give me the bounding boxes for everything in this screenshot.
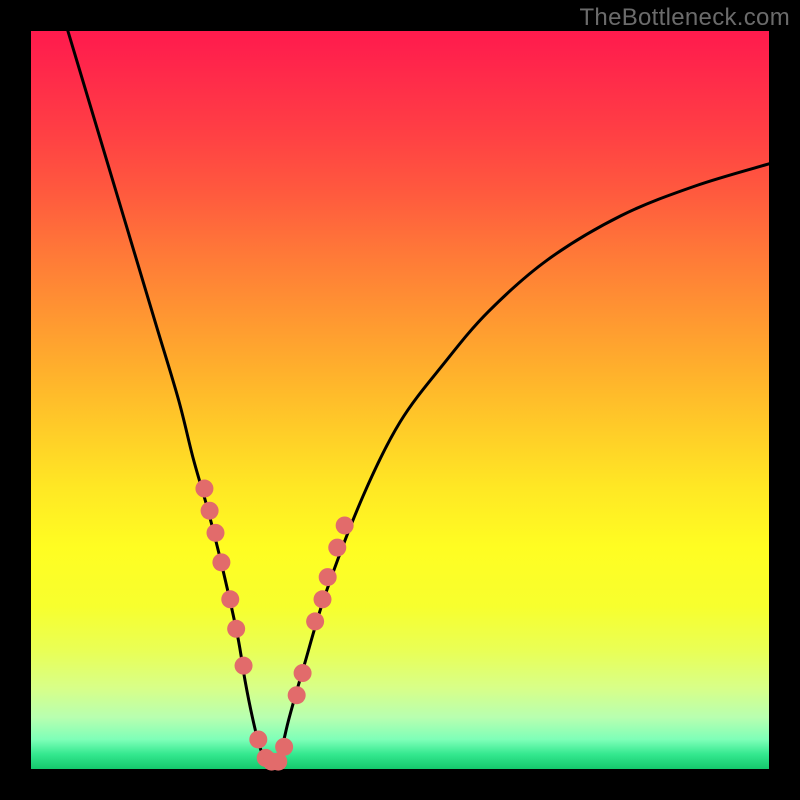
curve-marker (319, 568, 337, 586)
curve-marker (195, 480, 213, 498)
curve-marker (201, 502, 219, 520)
watermark-text: TheBottleneck.com (579, 4, 790, 32)
curve-layer (68, 31, 769, 763)
chart-frame: TheBottleneck.com (0, 0, 800, 800)
curve-marker (227, 620, 245, 638)
curve-marker (328, 539, 346, 557)
curve-marker (294, 664, 312, 682)
curve-marker (235, 657, 253, 675)
curve-marker (288, 686, 306, 704)
curve-marker (249, 730, 267, 748)
plot-area (31, 31, 769, 769)
curve-marker (221, 590, 239, 608)
bottleneck-curve (68, 31, 769, 763)
curve-marker (275, 738, 293, 756)
curve-marker (207, 524, 225, 542)
curve-marker (314, 590, 332, 608)
curve-marker (336, 516, 354, 534)
curve-marker (212, 553, 230, 571)
chart-svg (31, 31, 769, 769)
marker-layer (195, 480, 353, 771)
curve-marker (306, 612, 324, 630)
